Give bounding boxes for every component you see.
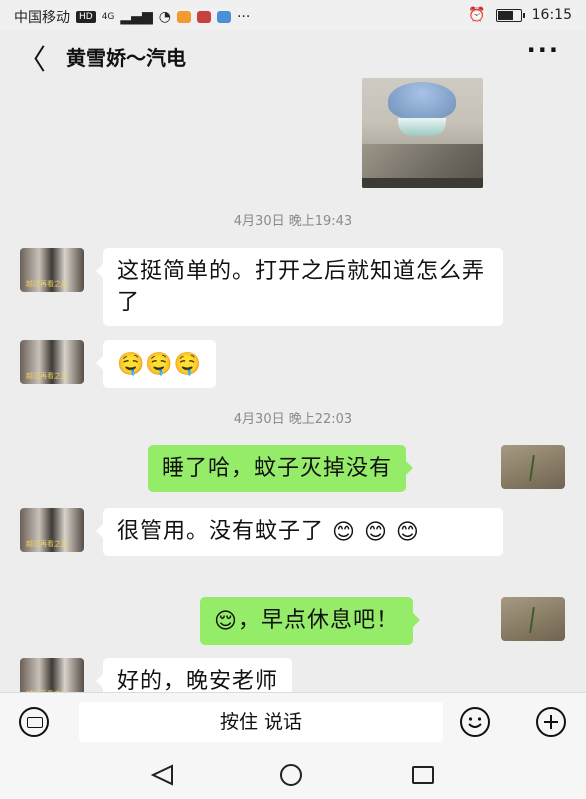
status-left: 中国移动 HD 4G ▂▄▆ ◔ ··· [14, 7, 250, 27]
nav-recents-icon[interactable] [412, 766, 434, 784]
app-notification-icon [216, 11, 231, 23]
message-bubble-incoming[interactable]: 很管用。没有蚊子了 😊 😊 😊 [96, 508, 503, 556]
message-text: ，早点休息吧！ [237, 608, 399, 633]
smiling-emoji: 😊 [395, 519, 420, 545]
wifi-icon: ◔ [158, 9, 171, 25]
photo-lamp [388, 82, 456, 120]
relieved-emoji: 😌 [214, 608, 238, 634]
timestamp: 4月30日 晚上22:03 [233, 412, 353, 427]
chat-header: 〈 黄雪娇～汽电 ··· [0, 30, 586, 78]
emoji-icon[interactable] [460, 707, 490, 737]
chat-history[interactable]: 4月30日 晚上19:43 越过再看之后 这挺简单的。打开之后就知道怎么弄了 越… [0, 78, 586, 692]
app-notification-icon [176, 11, 191, 23]
smiling-emoji: 😊 [363, 519, 388, 545]
hd-icon: HD [76, 11, 96, 23]
signal-icon: ▂▄▆ [120, 9, 153, 25]
image-message[interactable] [362, 78, 483, 188]
message-text: 很管用。没有蚊子了 [117, 519, 325, 544]
photo-strip [362, 178, 483, 188]
input-bar: 按住 说话 [0, 692, 586, 753]
more-notifications-icon: ··· [236, 9, 251, 25]
timestamp: 4月30日 晚上19:43 [233, 214, 353, 229]
user-avatar[interactable] [501, 445, 565, 489]
chat-title: 黄雪娇～汽电 [66, 46, 186, 70]
drooling-emoji: 🤤 [117, 351, 146, 377]
system-navigation [0, 752, 586, 799]
contact-avatar[interactable]: 越过再看之后 [20, 248, 84, 292]
carrier-label: 中国移动 [14, 10, 70, 26]
back-icon[interactable]: 〈 [18, 38, 46, 78]
drooling-emoji: 🤤 [173, 351, 203, 377]
message-bubble-incoming[interactable]: 这挺简单的。打开之后就知道怎么弄了 [96, 248, 503, 326]
message-bubble-incoming[interactable]: 🤤🤤🤤 [95, 340, 217, 388]
status-bar: 中国移动 HD 4G ▂▄▆ ◔ ··· ⏰ 16:15 [0, 0, 586, 30]
message-bubble-outgoing[interactable]: 睡了哈，蚊子灭掉没有 [148, 445, 414, 492]
contact-avatar[interactable]: 越过再看之后 [20, 340, 84, 384]
photo-lamp-base [398, 118, 446, 136]
nav-back-icon[interactable] [150, 764, 174, 786]
network-label: 4G [101, 12, 115, 22]
keyboard-icon[interactable] [19, 707, 49, 737]
clock: 16:15 [531, 7, 572, 23]
app-notification-icon [196, 11, 211, 23]
drooling-emoji: 🤤 [145, 351, 174, 377]
alarm-icon: ⏰ [468, 7, 486, 23]
smiling-emoji: 😊 [332, 519, 356, 545]
battery-icon [495, 8, 525, 22]
contact-avatar[interactable]: 越过再看之后 [20, 658, 84, 692]
hold-to-talk-button[interactable]: 按住 说话 [79, 702, 443, 742]
more-icon[interactable]: ··· [527, 36, 560, 64]
user-avatar[interactable] [501, 597, 565, 641]
nav-home-icon[interactable] [280, 764, 302, 786]
plus-icon[interactable] [536, 707, 566, 737]
status-right: ⏰ 16:15 [468, 7, 572, 23]
message-bubble-outgoing[interactable]: 😌，早点休息吧！ [200, 597, 420, 645]
contact-avatar[interactable]: 越过再看之后 [20, 508, 84, 552]
message-bubble-incoming[interactable]: 好的，晚安老师 [95, 658, 293, 692]
